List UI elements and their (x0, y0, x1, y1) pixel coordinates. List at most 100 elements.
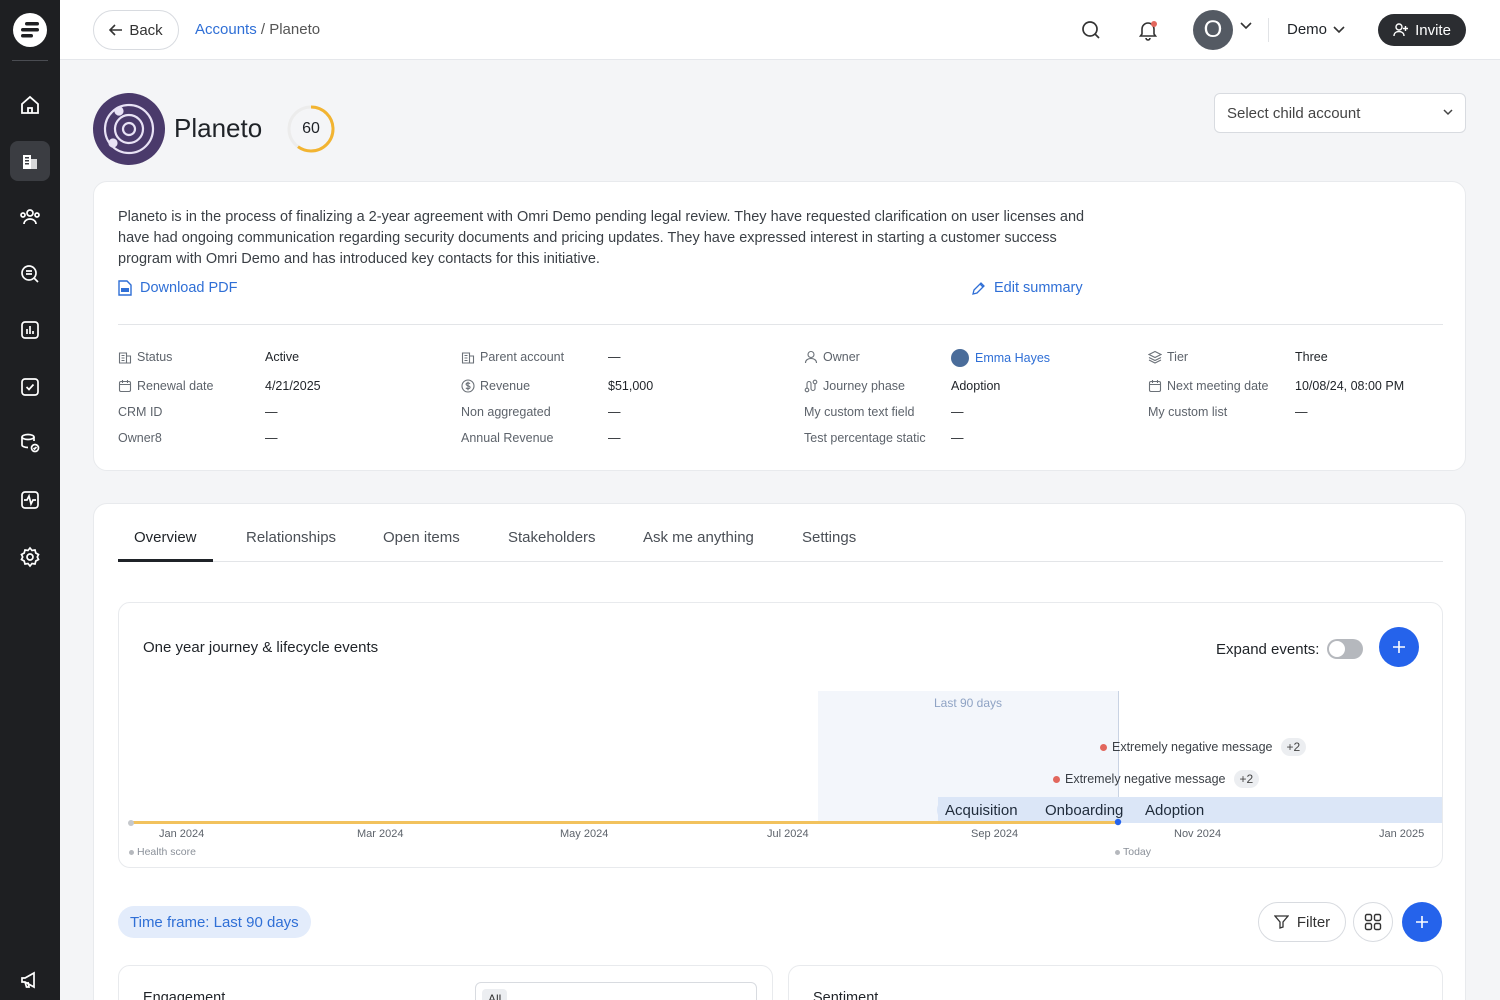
home-icon[interactable] (10, 85, 50, 125)
dollar-icon (461, 379, 475, 393)
user-avatar[interactable]: O (1193, 10, 1233, 50)
breadcrumb-separator: / (256, 21, 270, 38)
child-account-placeholder: Select child account (1227, 105, 1361, 122)
left-rail (0, 0, 60, 1000)
chevron-down-icon[interactable] (1240, 22, 1252, 30)
tab-settings[interactable]: Settings (802, 529, 856, 546)
field-label-parent-account: Parent account (461, 350, 564, 364)
chevron-down-icon (1333, 25, 1345, 33)
breadcrumb-accounts-link[interactable]: Accounts (195, 21, 257, 38)
rail-divider (12, 60, 48, 61)
arrow-left-icon (109, 24, 123, 36)
child-account-select[interactable]: Select child account (1214, 93, 1466, 133)
layers-icon (1148, 350, 1162, 364)
phase-adoption[interactable]: Adoption (1137, 797, 1213, 823)
account-summary-card: Planeto is in the process of finalizing … (93, 181, 1466, 471)
search-list-icon[interactable] (10, 254, 50, 294)
phase-acquisition[interactable]: Acquisition (937, 797, 1026, 823)
field-value-status: Active (265, 350, 300, 364)
download-pdf-link[interactable]: Download PDF (118, 280, 238, 296)
event-more-badge[interactable]: +2 (1280, 738, 1307, 756)
back-button[interactable]: Back (93, 10, 179, 50)
settings-gear-icon[interactable] (10, 537, 50, 577)
field-value-tier: Three (1295, 350, 1328, 364)
summary-text: Planeto is in the process of finalizing … (118, 209, 1085, 267)
sentiment-title: Sentiment (813, 990, 879, 1000)
tab-relationships[interactable]: Relationships (246, 529, 336, 546)
field-value-owner8: — (265, 431, 278, 445)
month-tick: May 2024 (560, 828, 609, 840)
edit-summary-link[interactable]: Edit summary (971, 280, 1083, 296)
bell-icon[interactable] (1136, 18, 1160, 42)
event-more-badge[interactable]: +2 (1233, 770, 1260, 788)
megaphone-icon[interactable] (10, 960, 50, 1000)
today-dot (1114, 818, 1122, 826)
add-widget-button[interactable] (1402, 902, 1442, 942)
plus-icon (1416, 916, 1428, 928)
people-icon[interactable] (10, 197, 50, 237)
field-label-text: Tier (1167, 350, 1189, 364)
app-logo[interactable] (13, 13, 47, 47)
field-label-custom-text: My custom text field (804, 405, 915, 419)
invite-label: Invite (1415, 21, 1451, 39)
field-label-status: Status (118, 350, 172, 364)
field-label-next-meeting: Next meeting date (1148, 379, 1268, 393)
timeline-event[interactable]: Extremely negative message +2 (1100, 738, 1307, 756)
add-event-button[interactable] (1379, 627, 1419, 667)
back-label: Back (129, 21, 163, 39)
edit-summary-label: Edit summary (994, 280, 1083, 296)
accounts-icon[interactable] (10, 141, 50, 181)
filter-button[interactable]: Filter (1258, 902, 1346, 942)
month-tick: Mar 2024 (357, 828, 404, 840)
workspace-label: Demo (1287, 21, 1328, 38)
journey-timeline-card: One year journey & lifecycle events Expa… (118, 602, 1443, 868)
data-check-icon[interactable] (10, 423, 50, 463)
route-icon (804, 379, 818, 393)
tab-open-items[interactable]: Open items (383, 529, 460, 546)
workspace-switcher[interactable]: Demo (1287, 21, 1345, 38)
engagement-filter-select[interactable]: All (475, 982, 757, 1000)
layout-grid-button[interactable] (1353, 902, 1393, 942)
analytics-icon[interactable] (10, 310, 50, 350)
month-tick: Jan 2024 (159, 828, 205, 840)
activity-icon[interactable] (10, 480, 50, 520)
tasks-icon[interactable] (10, 367, 50, 407)
axis-start-dot (128, 820, 134, 826)
negative-event-dot (1100, 743, 1107, 751)
today-label-text: Today (1123, 846, 1152, 858)
field-label-revenue: Revenue (461, 379, 530, 393)
engagement-title: Engagement (143, 990, 226, 1000)
field-value-non-aggregated: — (608, 405, 621, 419)
expand-events-toggle[interactable] (1327, 639, 1364, 659)
field-label-text: Renewal date (137, 379, 214, 393)
breadcrumb: Accounts / Planeto (195, 21, 320, 38)
tab-stakeholders[interactable]: Stakeholders (508, 529, 596, 546)
tab-overview[interactable]: Overview (134, 529, 197, 546)
search-icon[interactable] (1079, 18, 1103, 42)
field-value-owner[interactable]: Emma Hayes (951, 349, 1050, 367)
add-user-icon (1393, 23, 1409, 37)
field-label-owner8: Owner8 (118, 431, 162, 445)
owner-avatar (951, 349, 969, 367)
health-score-legend: Health score (129, 846, 196, 858)
health-score-value: 60 (302, 120, 320, 137)
owner-name: Emma Hayes (975, 351, 1051, 365)
field-label-text: Status (137, 350, 173, 364)
field-label-non-aggregated: Non aggregated (461, 405, 551, 419)
timeline-event[interactable]: Extremely negative message +2 (1053, 770, 1260, 788)
field-value-next-meeting: 10/08/24, 08:00 PM (1295, 379, 1405, 393)
field-label-owner: Owner (804, 350, 860, 364)
chevron-down-icon (1443, 109, 1453, 116)
today-label: Today (1115, 846, 1151, 858)
account-logo (93, 93, 165, 165)
field-value-crm-id: — (265, 405, 278, 419)
tab-ask-me-anything[interactable]: Ask me anything (643, 529, 754, 546)
field-value-custom-text: — (951, 405, 964, 419)
field-label-text: Revenue (480, 379, 531, 393)
field-value-test-percentage: — (951, 431, 964, 445)
month-tick: Nov 2024 (1174, 828, 1222, 840)
download-pdf-label: Download PDF (140, 280, 238, 296)
timeframe-chip[interactable]: Time frame: Last 90 days (118, 906, 311, 938)
invite-button[interactable]: Invite (1378, 14, 1466, 46)
filter-label: Filter (1296, 913, 1331, 931)
